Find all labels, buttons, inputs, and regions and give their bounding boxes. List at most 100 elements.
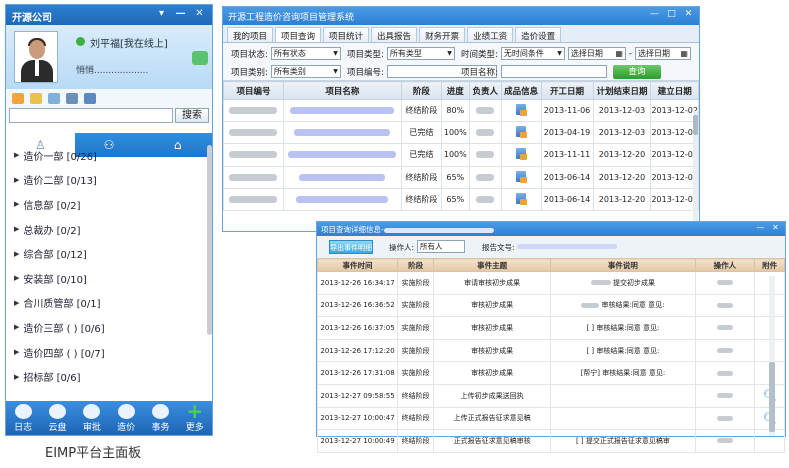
cell-name — [282, 165, 402, 189]
plus-icon: + — [186, 399, 204, 423]
start-date-picker[interactable]: 选择日期 ▦ — [567, 47, 626, 60]
tab-project-query[interactable]: 项目查询 — [275, 27, 322, 42]
cost-button[interactable]: 造价 — [117, 404, 135, 433]
query-button[interactable]: 查询 — [613, 65, 661, 79]
col-header[interactable]: 阶段 — [400, 81, 442, 100]
close-button[interactable]: ✕ — [769, 222, 782, 234]
journal-button[interactable]: 日志 — [14, 404, 32, 433]
list-item[interactable]: ▶ 合川质管部 [0/1] — [6, 291, 204, 316]
table-row[interactable]: 2013-12-26 17:31:08 实施阶段 审核初步成果 [帮宁] 审核结… — [316, 361, 785, 385]
col-header[interactable]: 阶段 — [397, 258, 435, 272]
list-item[interactable]: ▶ 招标部 [0/6] — [6, 364, 204, 389]
search-input[interactable] — [9, 108, 173, 123]
col-header[interactable]: 负责人 — [468, 81, 502, 100]
approval-button[interactable]: 审批 — [83, 404, 101, 433]
table-row[interactable]: 2013-12-26 16:34:17 实施阶段 审请审核初步成果 提交初步成果 — [316, 271, 785, 295]
more-button[interactable]: + 更多 — [186, 399, 204, 433]
contact-scrollbar[interactable] — [207, 145, 212, 335]
tab-project-stats[interactable]: 项目统计 — [323, 27, 370, 42]
col-header[interactable]: 进度 — [440, 81, 470, 100]
cell-output[interactable] — [500, 187, 542, 211]
table-row[interactable]: 2013-12-26 16:37:05 实施阶段 审核初步成果 [ ] 审核结果… — [316, 316, 785, 340]
im-titlebar: 开源公司 ▾ — ✕ — [6, 5, 212, 25]
folder-icon[interactable] — [30, 92, 42, 104]
list-item[interactable]: ▶ 造价四部 ( ) [0/7] — [6, 340, 204, 365]
status-select[interactable]: 所有状态 ▼ — [270, 47, 341, 60]
cell-output[interactable] — [500, 121, 542, 145]
online-status-icon[interactable] — [76, 37, 85, 46]
tab-performance-pay[interactable]: 业绩工资 — [467, 27, 514, 42]
list-item[interactable]: ▶ 综合部 [0/12] — [6, 241, 204, 266]
search-contact-icon[interactable] — [66, 92, 78, 104]
name-input[interactable] — [500, 65, 607, 78]
table-row[interactable]: 终结阶段 80% 2013-11-06 2013-12-03 2013-12-0… — [223, 98, 699, 123]
cell-output[interactable] — [500, 143, 542, 167]
message-icon[interactable] — [48, 92, 60, 104]
menu-button[interactable]: ▾ — [153, 7, 170, 21]
document-icon[interactable] — [516, 126, 528, 139]
list-item[interactable]: ▶ 信息部 [0/2] — [6, 192, 204, 217]
task-button[interactable]: 事务 — [151, 404, 169, 433]
settings-icon[interactable] — [84, 92, 96, 104]
signature[interactable]: 悄悄................... — [76, 63, 148, 76]
table-row[interactable]: 2013-12-27 09:58:55 终结阶段 上传初步成果送回执 🔍︎ — [316, 383, 785, 408]
cloud-button[interactable]: 云盘 — [48, 404, 67, 433]
export-events-button[interactable]: 导出事件明细 — [329, 240, 373, 254]
end-date-picker[interactable]: 选择日期 ▦ — [634, 47, 691, 60]
table-row[interactable]: 终结阶段 65% 2013-06-14 2013-12-20 2013-12-0… — [223, 165, 699, 189]
list-item[interactable]: ▶ 造价二部 [0/13] — [6, 168, 204, 193]
list-item[interactable]: ▶ 造价三部 ( ) [0/6] — [6, 315, 204, 340]
col-header[interactable]: 计划结束日期 — [592, 81, 652, 100]
list-item[interactable]: ▶ 总裁办 [0/2] — [6, 217, 204, 242]
operator-select[interactable]: 所有人 — [417, 240, 465, 253]
time-type-select[interactable]: 无时间条件 ▼ — [500, 47, 565, 60]
col-header[interactable]: 事件说明 — [550, 258, 696, 272]
cell-stage: 实施阶段 — [397, 316, 435, 340]
col-header[interactable]: 操作人 — [694, 258, 756, 272]
col-header[interactable]: 开工日期 — [540, 81, 594, 100]
maximize-button[interactable]: □ — [664, 8, 679, 21]
detail-scrollbar[interactable] — [769, 276, 775, 436]
cell-output[interactable] — [500, 98, 542, 123]
table-row[interactable]: 2013-12-26 16:36:52 实施阶段 审核初步成果 审核结果:同意 … — [316, 293, 785, 318]
cell-code — [223, 165, 284, 189]
tab-my-projects[interactable]: 我的项目 — [227, 27, 274, 42]
table-scrollbar[interactable] — [693, 111, 698, 228]
type-select[interactable]: 所有类型 ▼ — [386, 47, 455, 60]
document-icon[interactable] — [516, 148, 528, 161]
mail-icon[interactable] — [12, 92, 24, 104]
document-icon[interactable] — [516, 170, 528, 183]
cell-note: 提交初步成果 — [550, 271, 696, 295]
document-icon[interactable] — [516, 192, 528, 205]
table-row[interactable]: 2013-12-26 17:12:20 实施阶段 审核初步成果 [ ] 审核结果… — [316, 338, 785, 363]
tab-cost-settings[interactable]: 造价设置 — [515, 27, 562, 42]
col-header[interactable]: 事件时间 — [316, 258, 399, 272]
col-header[interactable]: 建立日期 — [650, 81, 699, 100]
close-button[interactable]: ✕ — [681, 8, 696, 21]
document-icon[interactable] — [516, 104, 528, 117]
table-row[interactable]: 2013-12-27 10:00:49 终结阶段 正式报告征求意见稿审核 [ ]… — [316, 429, 785, 453]
table-row[interactable]: 2013-12-27 10:00:47 终结阶段 上传正式报告征求意见稿 🔍︎ — [316, 406, 785, 431]
col-header[interactable]: 附件 — [754, 258, 785, 272]
skin-icon[interactable] — [192, 51, 208, 65]
minimize-button[interactable]: — — [172, 7, 189, 21]
category-select[interactable]: 所有类别 ▼ — [270, 65, 341, 78]
list-item[interactable]: ▶ 安装部 [0/10] — [6, 266, 204, 291]
col-header[interactable]: 事件主题 — [433, 258, 552, 272]
table-row[interactable]: 已完结 100% 2013-11-11 2013-12-20 2013-12-0… — [223, 143, 699, 167]
close-button[interactable]: ✕ — [191, 7, 208, 21]
col-header[interactable]: 项目名称 — [282, 81, 402, 100]
col-header[interactable]: 项目编号 — [223, 81, 284, 100]
tab-issue-report[interactable]: 出具报告 — [371, 27, 418, 42]
search-button[interactable]: 搜索 — [175, 108, 209, 123]
minimize-button[interactable]: — — [647, 8, 662, 21]
table-row[interactable]: 终结阶段 65% 2013-06-14 2013-12-20 2013-12-0… — [223, 187, 699, 211]
cell-output[interactable] — [500, 165, 542, 189]
col-header[interactable]: 成品信息 — [500, 81, 542, 100]
table-row[interactable]: 已完结 100% 2013-04-19 2013-12-03 2013-12-0… — [223, 121, 699, 145]
avatar[interactable] — [14, 31, 58, 83]
list-item[interactable]: ▶ 造价一部 [0/26] — [6, 143, 204, 168]
minimize-button[interactable]: — — [754, 222, 767, 234]
cell-operator — [694, 383, 756, 408]
tab-invoicing[interactable]: 财务开票 — [419, 27, 466, 42]
